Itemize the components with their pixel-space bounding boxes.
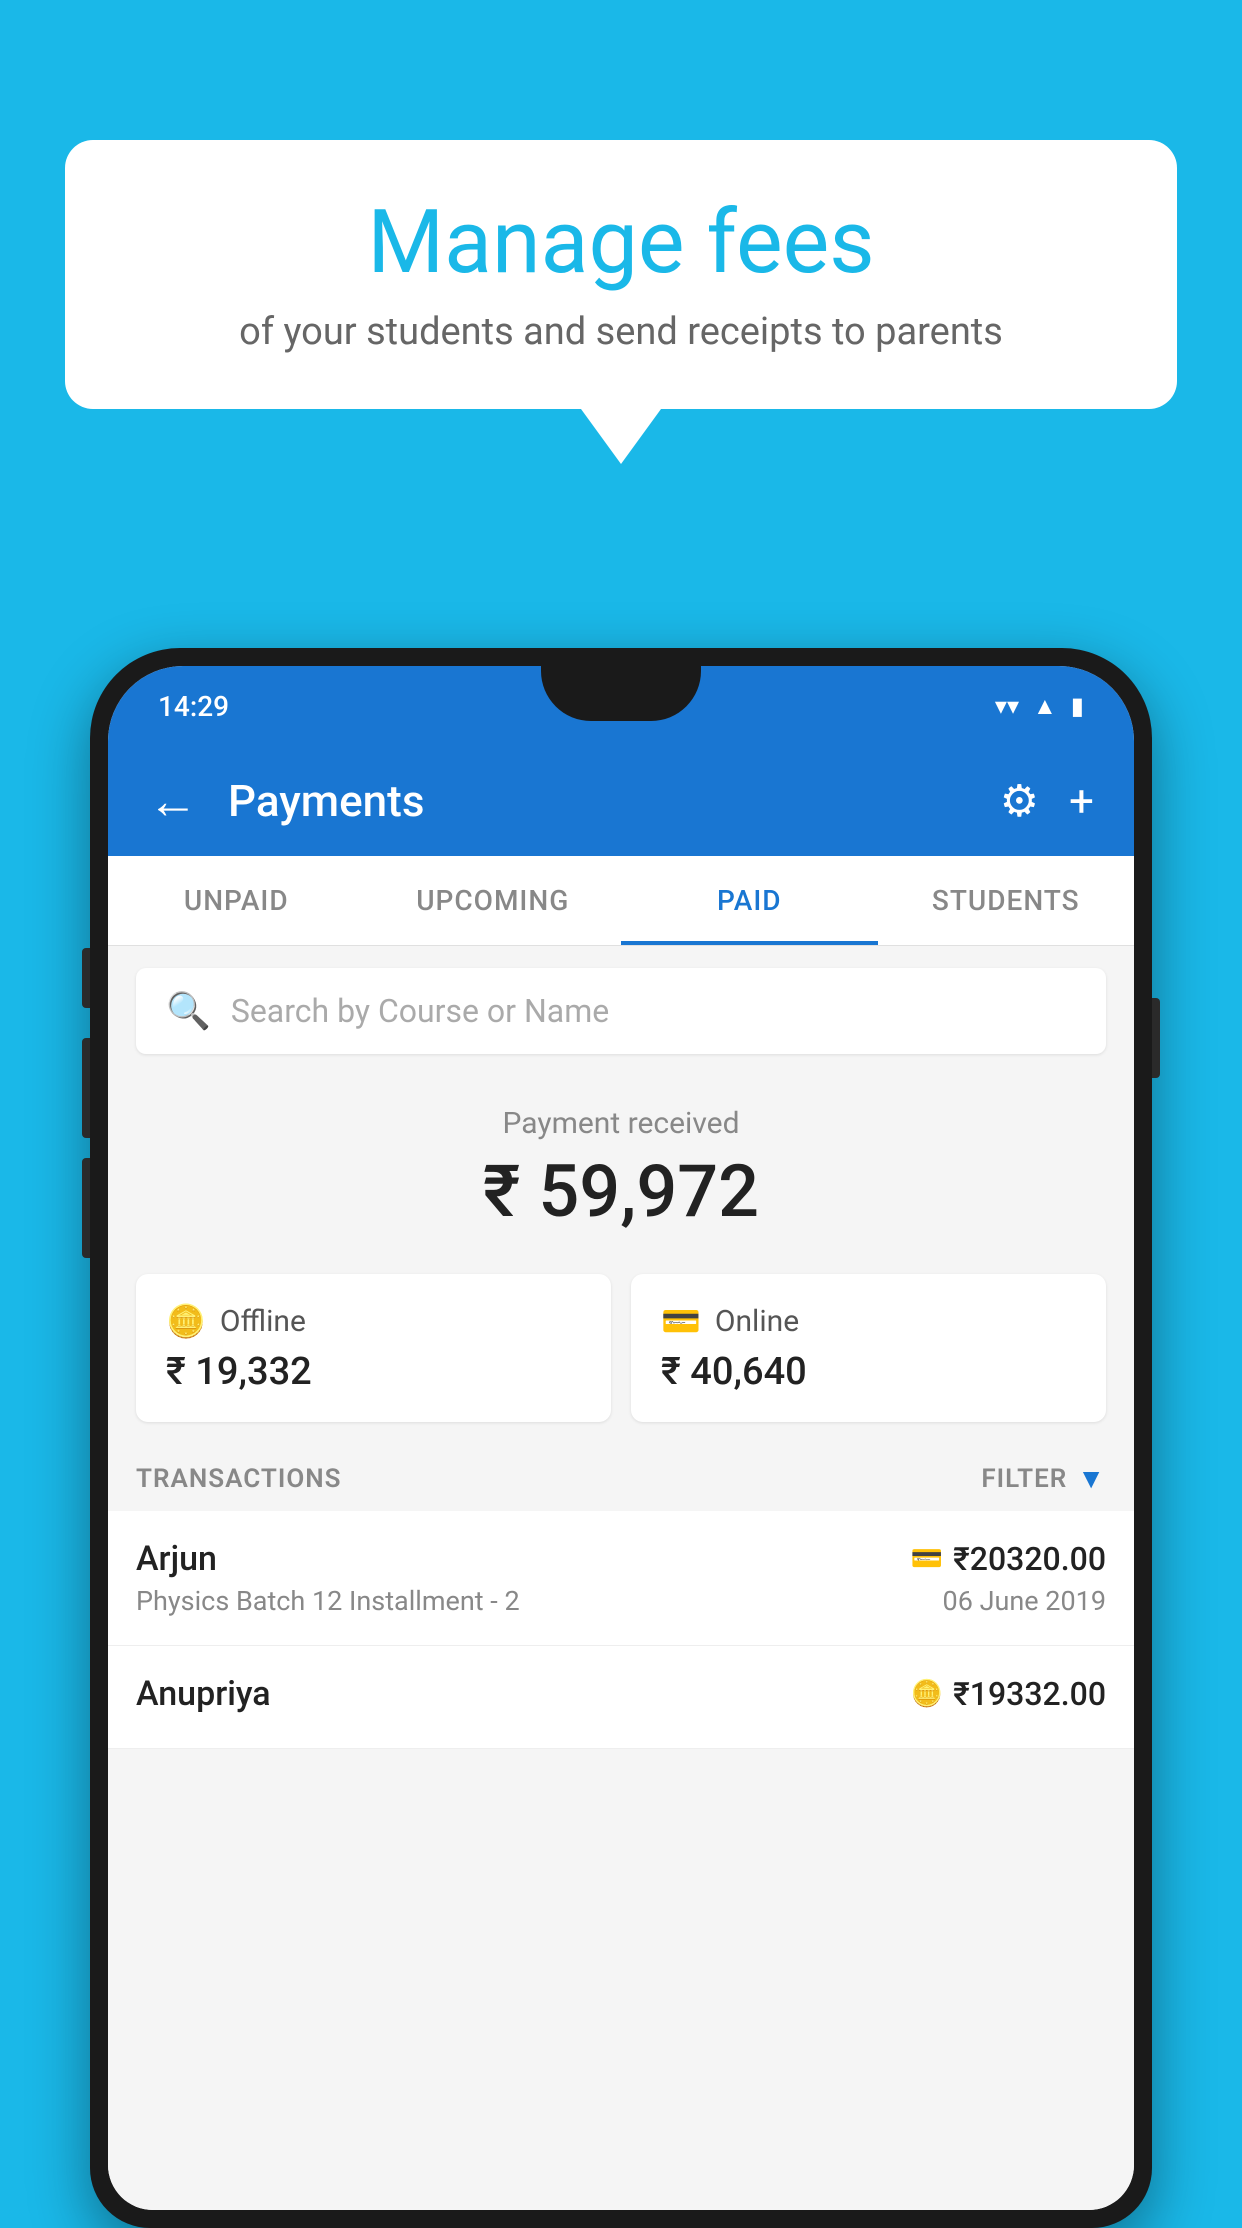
offline-label: Offline bbox=[220, 1304, 306, 1339]
volume-down-button bbox=[82, 1038, 90, 1138]
volume-up-button bbox=[82, 948, 90, 1008]
filter-button[interactable]: FILTER ▼ bbox=[981, 1462, 1106, 1495]
filter-icon: ▼ bbox=[1077, 1462, 1106, 1495]
payment-summary: Payment received ₹ 59,972 bbox=[108, 1076, 1134, 1254]
transaction-name: Anupriya bbox=[136, 1674, 271, 1714]
signal-icon: ▲ bbox=[1033, 692, 1057, 721]
offline-payment-card: 🪙 Offline ₹ 19,332 bbox=[136, 1274, 611, 1422]
payment-received-label: Payment received bbox=[108, 1106, 1134, 1141]
tab-paid[interactable]: PAID bbox=[621, 856, 878, 945]
tabs-bar: UNPAID UPCOMING PAID STUDENTS bbox=[108, 856, 1134, 946]
tab-unpaid[interactable]: UNPAID bbox=[108, 856, 365, 945]
transaction-amount-container: 💳 ₹20320.00 bbox=[911, 1540, 1106, 1578]
speech-bubble-section: Manage fees of your students and send re… bbox=[65, 140, 1177, 464]
payment-type-icon: 🪙 bbox=[911, 1679, 943, 1709]
filter-label: FILTER bbox=[981, 1464, 1067, 1494]
speech-bubble: Manage fees of your students and send re… bbox=[65, 140, 1177, 409]
silent-button bbox=[82, 1158, 90, 1258]
transactions-label: TRANSACTIONS bbox=[136, 1464, 342, 1494]
tab-upcoming[interactable]: UPCOMING bbox=[365, 856, 622, 945]
phone-screen: 14:29 ▾▾ ▲ ▮ ← Payments ⚙ + UNPAID UPCOM… bbox=[108, 666, 1134, 2210]
table-row[interactable]: Arjun 💳 ₹20320.00 Physics Batch 12 Insta… bbox=[108, 1511, 1134, 1646]
power-button bbox=[1152, 998, 1160, 1078]
phone-frame: 14:29 ▾▾ ▲ ▮ ← Payments ⚙ + UNPAID UPCOM… bbox=[90, 648, 1152, 2228]
transaction-date: 06 June 2019 bbox=[943, 1585, 1106, 1617]
table-row[interactable]: Anupriya 🪙 ₹19332.00 bbox=[108, 1646, 1134, 1749]
transaction-row-top: Anupriya 🪙 ₹19332.00 bbox=[136, 1674, 1106, 1714]
online-label: Online bbox=[715, 1304, 799, 1339]
app-title: Payments bbox=[228, 775, 1000, 827]
offline-card-header: 🪙 Offline bbox=[166, 1302, 581, 1340]
transaction-row-top: Arjun 💳 ₹20320.00 bbox=[136, 1539, 1106, 1579]
add-button[interactable]: + bbox=[1069, 775, 1094, 827]
offline-icon: 🪙 bbox=[166, 1302, 206, 1340]
online-payment-card: 💳 Online ₹ 40,640 bbox=[631, 1274, 1106, 1422]
payment-type-icon: 💳 bbox=[911, 1544, 943, 1574]
search-bar[interactable]: 🔍 Search by Course or Name bbox=[136, 968, 1106, 1054]
online-amount: ₹ 40,640 bbox=[661, 1350, 1076, 1394]
app-bar: ← Payments ⚙ + bbox=[108, 746, 1134, 856]
settings-button[interactable]: ⚙ bbox=[1000, 775, 1039, 827]
bubble-arrow bbox=[581, 409, 661, 464]
search-icon: 🔍 bbox=[166, 990, 211, 1032]
notch bbox=[541, 666, 701, 721]
app-bar-actions: ⚙ + bbox=[1000, 775, 1094, 827]
transaction-list: Arjun 💳 ₹20320.00 Physics Batch 12 Insta… bbox=[108, 1511, 1134, 1749]
online-card-header: 💳 Online bbox=[661, 1302, 1076, 1340]
status-bar: 14:29 ▾▾ ▲ ▮ bbox=[108, 666, 1134, 746]
search-input[interactable]: Search by Course or Name bbox=[231, 992, 609, 1030]
payment-amount: ₹ 59,972 bbox=[108, 1149, 1134, 1234]
content-area: 🔍 Search by Course or Name Payment recei… bbox=[108, 946, 1134, 2210]
status-icons: ▾▾ ▲ ▮ bbox=[995, 692, 1084, 721]
bubble-title: Manage fees bbox=[125, 195, 1117, 292]
transaction-detail: Physics Batch 12 Installment - 2 bbox=[136, 1585, 520, 1617]
transaction-amount: ₹19332.00 bbox=[953, 1675, 1106, 1713]
transaction-amount: ₹20320.00 bbox=[953, 1540, 1106, 1578]
transaction-row-bottom: Physics Batch 12 Installment - 2 06 June… bbox=[136, 1585, 1106, 1617]
payment-cards: 🪙 Offline ₹ 19,332 💳 Online ₹ 40,640 bbox=[136, 1274, 1106, 1422]
tab-students[interactable]: STUDENTS bbox=[878, 856, 1135, 945]
back-button[interactable]: ← bbox=[148, 772, 198, 831]
transaction-amount-container: 🪙 ₹19332.00 bbox=[911, 1675, 1106, 1713]
transactions-header: TRANSACTIONS FILTER ▼ bbox=[108, 1442, 1134, 1511]
wifi-icon: ▾▾ bbox=[995, 692, 1019, 720]
battery-icon: ▮ bbox=[1071, 692, 1084, 720]
bubble-subtitle: of your students and send receipts to pa… bbox=[125, 310, 1117, 354]
online-icon: 💳 bbox=[661, 1302, 701, 1340]
status-time: 14:29 bbox=[158, 690, 229, 723]
offline-amount: ₹ 19,332 bbox=[166, 1350, 581, 1394]
transaction-name: Arjun bbox=[136, 1539, 217, 1579]
